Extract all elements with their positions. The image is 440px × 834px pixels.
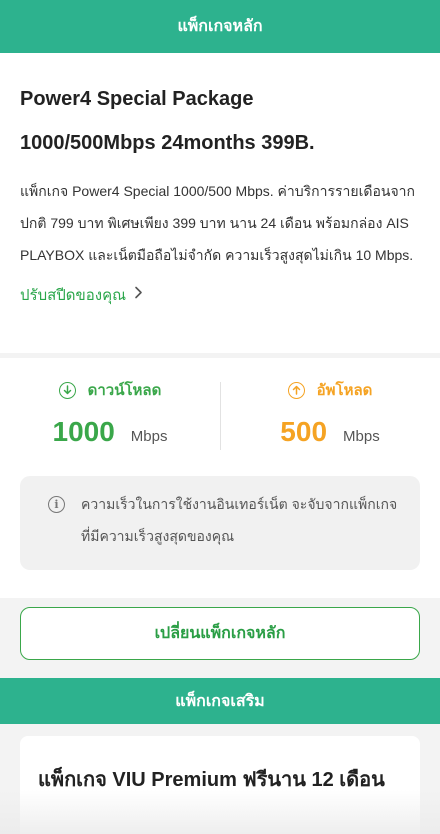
chevron-right-icon	[134, 286, 143, 304]
addon-package-title: แพ็กเกจ VIU Premium ฟรีนาน 12 เดือน	[38, 769, 385, 791]
adjust-speed-link[interactable]: ปรับสปีดของคุณ	[20, 283, 143, 307]
download-value: 1000	[52, 416, 115, 447]
main-package-header: แพ็กเกจหลัก	[0, 0, 440, 53]
speed-card: ดาวน์โหลด 1000 Mbps อัพโหลด 500 Mbps i ค…	[0, 358, 440, 598]
package-description: แพ็กเกจ Power4 Special 1000/500 Mbps. ค่…	[20, 183, 416, 263]
upload-label: อัพโหลด	[316, 382, 373, 399]
upload-arrow-icon	[287, 381, 305, 399]
download-unit: Mbps	[130, 428, 168, 445]
package-title-line1: Power4 Special Package	[20, 88, 254, 110]
addon-package-card[interactable]: แพ็กเกจ VIU Premium ฟรีนาน 12 เดือน	[20, 736, 420, 834]
upload-speed: อัพโหลด 500 Mbps	[230, 378, 430, 448]
speed-info-box: i ความเร็วในการใช้งานอินเทอร์เน็ต จะจับจ…	[20, 476, 420, 570]
speed-info-text: ความเร็วในการใช้งานอินเทอร์เน็ต จะจับจาก…	[81, 496, 398, 544]
upload-value: 500	[280, 416, 328, 447]
upload-unit: Mbps	[343, 428, 380, 445]
speed-divider	[220, 382, 221, 450]
package-title-line2: 1000/500Mbps 24months 399B.	[20, 132, 315, 154]
download-label: ดาวน์โหลด	[87, 382, 162, 399]
download-arrow-icon	[58, 381, 76, 399]
download-speed: ดาวน์โหลด 1000 Mbps	[10, 378, 210, 448]
info-icon: i	[48, 496, 65, 513]
addon-package-header: แพ็กเกจเสริม	[0, 678, 440, 724]
main-package-card: Power4 Special Package 1000/500Mbps 24mo…	[0, 53, 440, 353]
addon-package-header-title: แพ็กเกจเสริม	[175, 690, 265, 710]
change-main-package-button[interactable]: เปลี่ยนแพ็กเกจหลัก	[20, 607, 420, 660]
adjust-speed-label: ปรับสปีดของคุณ	[20, 287, 127, 304]
main-package-header-title: แพ็กเกจหลัก	[177, 16, 263, 35]
